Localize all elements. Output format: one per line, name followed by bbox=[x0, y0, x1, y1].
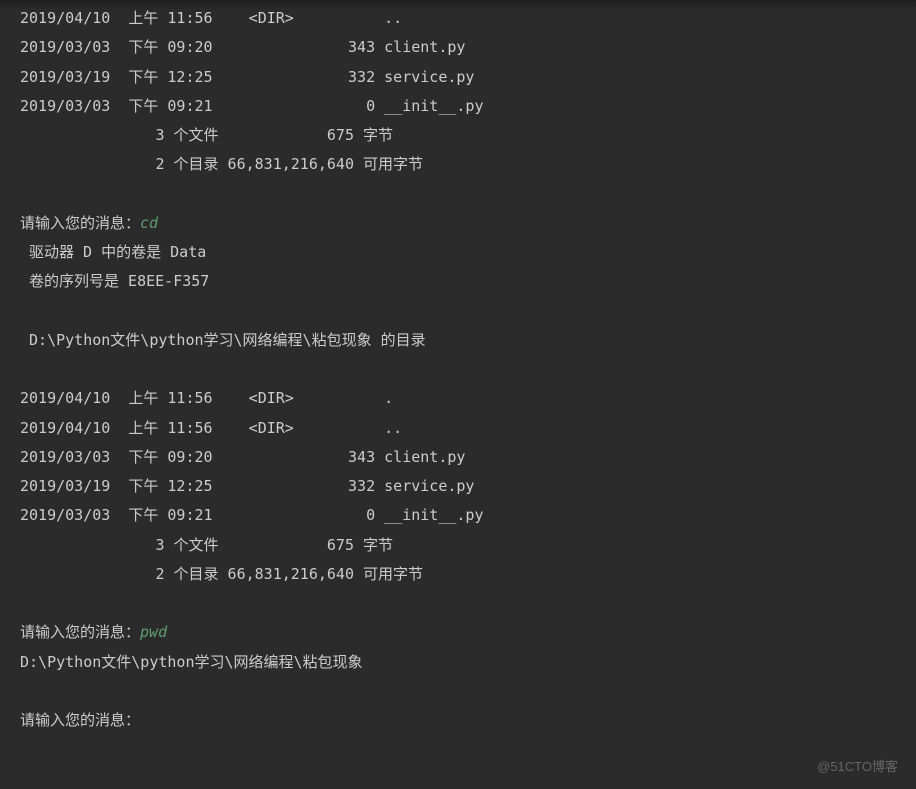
terminal-line: 2019/03/19 下午 12:25 332 service.py bbox=[20, 63, 896, 92]
terminal-line bbox=[20, 180, 896, 209]
prompt-prefix: 请输入您的消息： bbox=[20, 623, 140, 641]
terminal-line: 2019/04/10 上午 11:56 <DIR> .. bbox=[20, 414, 896, 443]
user-input: cd bbox=[140, 214, 158, 232]
watermark: @51CTO博客 bbox=[817, 754, 898, 779]
terminal-line bbox=[20, 589, 896, 618]
terminal-line: 2019/04/10 上午 11:56 <DIR> .. bbox=[20, 4, 896, 33]
terminal-line: 2019/03/03 下午 09:21 0 __init__.py bbox=[20, 92, 896, 121]
terminal-output[interactable]: 2019/04/10 上午 11:56 <DIR> ..2019/03/03 下… bbox=[20, 4, 896, 735]
terminal-line: 2019/03/03 下午 09:20 343 client.py bbox=[20, 33, 896, 62]
terminal-line: 驱动器 D 中的卷是 Data bbox=[20, 238, 896, 267]
terminal-line: 2019/04/10 上午 11:56 <DIR> . bbox=[20, 384, 896, 413]
terminal-line: 2019/03/03 下午 09:20 343 client.py bbox=[20, 443, 896, 472]
prompt-prefix: 请输入您的消息： bbox=[20, 711, 140, 729]
terminal-line bbox=[20, 355, 896, 384]
terminal-line: 3 个文件 675 字节 bbox=[20, 121, 896, 150]
terminal-line bbox=[20, 677, 896, 706]
terminal-line: 2019/03/03 下午 09:21 0 __init__.py bbox=[20, 501, 896, 530]
prompt-prefix: 请输入您的消息： bbox=[20, 214, 140, 232]
terminal-line: D:\Python文件\python学习\网络编程\粘包现象 bbox=[20, 648, 896, 677]
terminal-line: 3 个文件 675 字节 bbox=[20, 531, 896, 560]
terminal-line: 请输入您的消息： bbox=[20, 706, 896, 735]
terminal-line: 请输入您的消息：cd bbox=[20, 209, 896, 238]
terminal-line: 2019/03/19 下午 12:25 332 service.py bbox=[20, 472, 896, 501]
terminal-line: 2 个目录 66,831,216,640 可用字节 bbox=[20, 150, 896, 179]
terminal-line: D:\Python文件\python学习\网络编程\粘包现象 的目录 bbox=[20, 326, 896, 355]
terminal-line: 卷的序列号是 E8EE-F357 bbox=[20, 267, 896, 296]
user-input: pwd bbox=[140, 623, 167, 641]
terminal-line bbox=[20, 297, 896, 326]
terminal-line: 请输入您的消息：pwd bbox=[20, 618, 896, 647]
terminal-line: 2 个目录 66,831,216,640 可用字节 bbox=[20, 560, 896, 589]
